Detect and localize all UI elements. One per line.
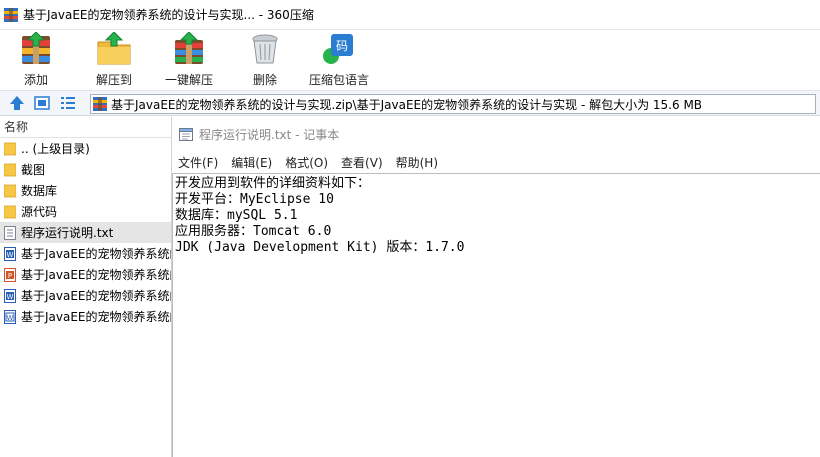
toolbar: 添加 解压到 一键解压 删除 码 压缩包语言	[0, 30, 820, 88]
list-item-ppt[interactable]: P 基于JavaEE的宠物领养系统的	[0, 264, 171, 285]
folder-icon	[3, 142, 17, 156]
menu-help[interactable]: 帮助(H)	[396, 154, 438, 171]
window-title: 基于JavaEE的宠物领养系统的设计与实现... - 360压缩	[23, 8, 314, 22]
text-line: 开发应用到软件的详细资料如下：	[175, 176, 371, 191]
text-line: JDK (Java Development Kit) 版本：1.7.0	[175, 240, 465, 255]
notepad-title: 程序运行说明.txt - 记事本	[199, 127, 340, 142]
list-view-icon[interactable]	[60, 95, 76, 111]
file-name: 程序运行说明.txt	[21, 226, 114, 240]
add-archive-icon	[18, 31, 54, 66]
title-bar: 基于JavaEE的宠物领养系统的设计与实现... - 360压缩	[0, 0, 820, 30]
menu-edit[interactable]: 编辑(E)	[231, 154, 272, 171]
text-file-icon	[4, 225, 16, 240]
thumbnail-view-icon[interactable]	[34, 95, 50, 111]
notepad-menu-bar: 文件(F) 编辑(E) 格式(O) 查看(V) 帮助(H)	[172, 151, 820, 173]
zip-archive-icon	[93, 97, 107, 111]
extract-folder-icon	[96, 31, 132, 66]
folder-icon	[3, 184, 17, 198]
add-button[interactable]: 添加	[18, 31, 54, 88]
word-doc-icon: W	[4, 309, 16, 324]
svg-text:W: W	[7, 251, 14, 259]
delete-label: 删除	[252, 73, 277, 87]
file-name: 基于JavaEE的宠物领养系统的	[21, 268, 171, 282]
folder-icon	[3, 163, 17, 177]
ppt-file-icon: P	[4, 267, 16, 282]
trash-icon	[247, 32, 283, 66]
notepad-window: 程序运行说明.txt - 记事本 文件(F) 编辑(E) 格式(O) 查看(V)…	[172, 117, 820, 457]
extract-to-label: 解压到	[96, 73, 133, 87]
archive-language-label: 压缩包语言	[309, 73, 370, 87]
file-name: 源代码	[21, 205, 58, 219]
delete-button[interactable]: 删除	[247, 32, 283, 88]
list-item-folder[interactable]: 源代码	[0, 201, 171, 222]
folder-icon	[3, 205, 17, 219]
list-item-doc[interactable]: W 基于JavaEE的宠物领养系统的	[0, 306, 171, 327]
svg-text:码: 码	[336, 39, 348, 53]
file-name: .. (上级目录)	[21, 142, 90, 156]
menu-format[interactable]: 格式(O)	[285, 154, 328, 171]
up-arrow-icon[interactable]	[9, 95, 25, 111]
file-list: 名称 .. (上级目录) 截图 数据库 源代码 程序运行说明.txt W 基于J…	[0, 117, 172, 457]
one-click-extract-icon	[171, 31, 207, 66]
text-line: 应用服务器：Tomcat 6.0	[175, 224, 332, 239]
file-name: 基于JavaEE的宠物领养系统的	[21, 247, 171, 261]
svg-text:W: W	[7, 314, 14, 322]
file-name: 截图	[21, 163, 46, 177]
extract-to-button[interactable]: 解压到	[96, 31, 133, 88]
word-doc-icon: W	[4, 288, 16, 303]
add-button-label: 添加	[23, 73, 48, 87]
archive-language-button[interactable]: 码 压缩包语言	[309, 32, 369, 88]
word-doc-icon: W	[4, 246, 16, 261]
menu-file[interactable]: 文件(F)	[178, 154, 218, 171]
file-name: 数据库	[21, 184, 58, 198]
list-item-txt-selected[interactable]: 程序运行说明.txt	[0, 222, 171, 243]
notepad-text-area[interactable]: 开发应用到软件的详细资料如下： 开发平台：MyEclipse 10 数据库：my…	[172, 173, 820, 457]
notepad-icon	[178, 126, 194, 142]
list-item-doc[interactable]: W 基于JavaEE的宠物领养系统的	[0, 285, 171, 306]
archive-path-text: 基于JavaEE的宠物领养系统的设计与实现.zip\基于JavaEE的宠物领养系…	[111, 97, 703, 112]
language-code-icon: 码	[321, 32, 357, 66]
list-item-folder[interactable]: 数据库	[0, 180, 171, 201]
svg-text:P: P	[8, 272, 12, 280]
column-header-name[interactable]: 名称	[0, 117, 171, 138]
one-click-extract-label: 一键解压	[165, 73, 214, 87]
menu-view[interactable]: 查看(V)	[341, 154, 383, 171]
list-item-parent-dir[interactable]: .. (上级目录)	[0, 138, 171, 159]
text-line: 数据库：mySQL 5.1	[175, 208, 298, 223]
text-line: 开发平台：MyEclipse 10	[175, 192, 334, 207]
notepad-title-bar: 程序运行说明.txt - 记事本	[172, 117, 820, 151]
svg-text:W: W	[7, 293, 14, 301]
360zip-app-icon	[4, 7, 18, 22]
list-item-folder[interactable]: 截图	[0, 159, 171, 180]
file-name: 基于JavaEE的宠物领养系统的	[21, 289, 171, 303]
address-bar: 基于JavaEE的宠物领养系统的设计与实现.zip\基于JavaEE的宠物领养系…	[0, 90, 820, 116]
list-item-doc[interactable]: W 基于JavaEE的宠物领养系统的	[0, 243, 171, 264]
archive-path-field[interactable]: 基于JavaEE的宠物领养系统的设计与实现.zip\基于JavaEE的宠物领养系…	[90, 94, 816, 114]
file-name: 基于JavaEE的宠物领养系统的	[21, 310, 171, 324]
one-click-extract-button[interactable]: 一键解压	[165, 31, 214, 88]
